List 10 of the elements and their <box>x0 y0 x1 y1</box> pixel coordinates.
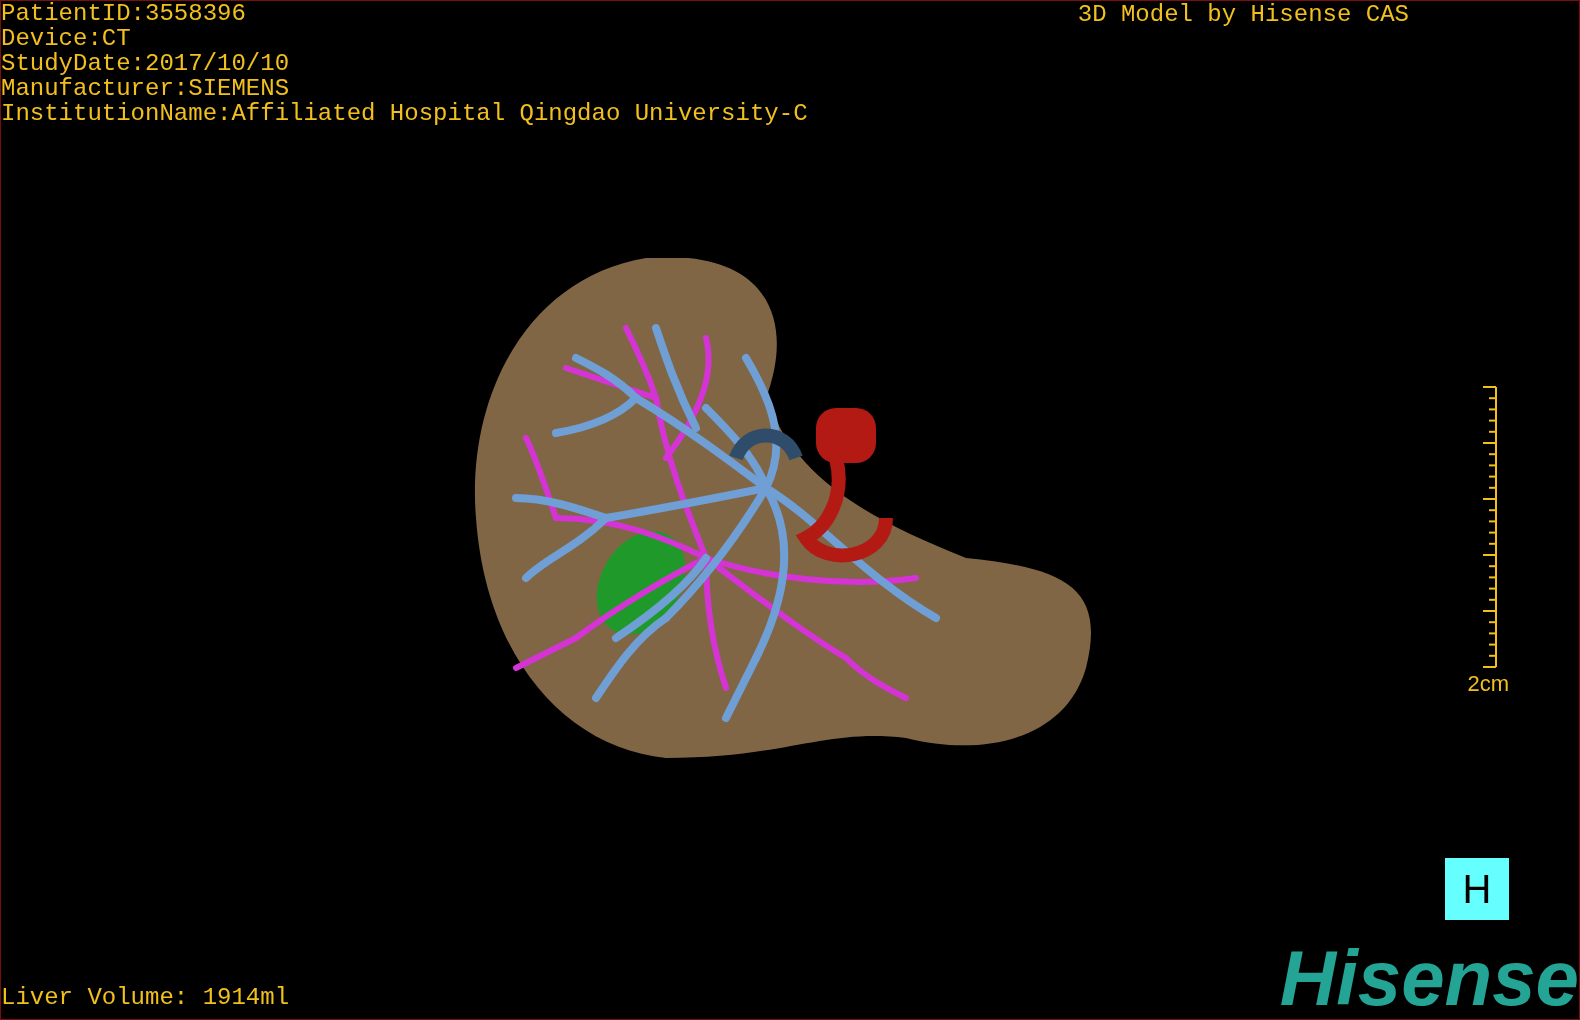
scale-label: 2cm <box>1467 672 1509 696</box>
study-info-text: PatientID:3558396 <box>1 1 247 26</box>
study-info-text: InstitutionName:Affiliated Hospital Qingdao University-C <box>1 101 808 126</box>
study-info-text: Device:CT <box>1 26 132 51</box>
view-orientation-button[interactable]: H <box>1445 858 1509 920</box>
viewer-title: 3D Model by Hisense CAS <box>1077 1 1409 30</box>
study-info-text: Manufacturer:SIEMENS <box>1 76 291 101</box>
liver-volume-text: Liver Volume: 1914ml <box>1 983 290 1013</box>
study-info-text: StudyDate:2017/10/10 <box>1 51 291 76</box>
brand-logo: Hisense <box>1279 945 1579 1011</box>
